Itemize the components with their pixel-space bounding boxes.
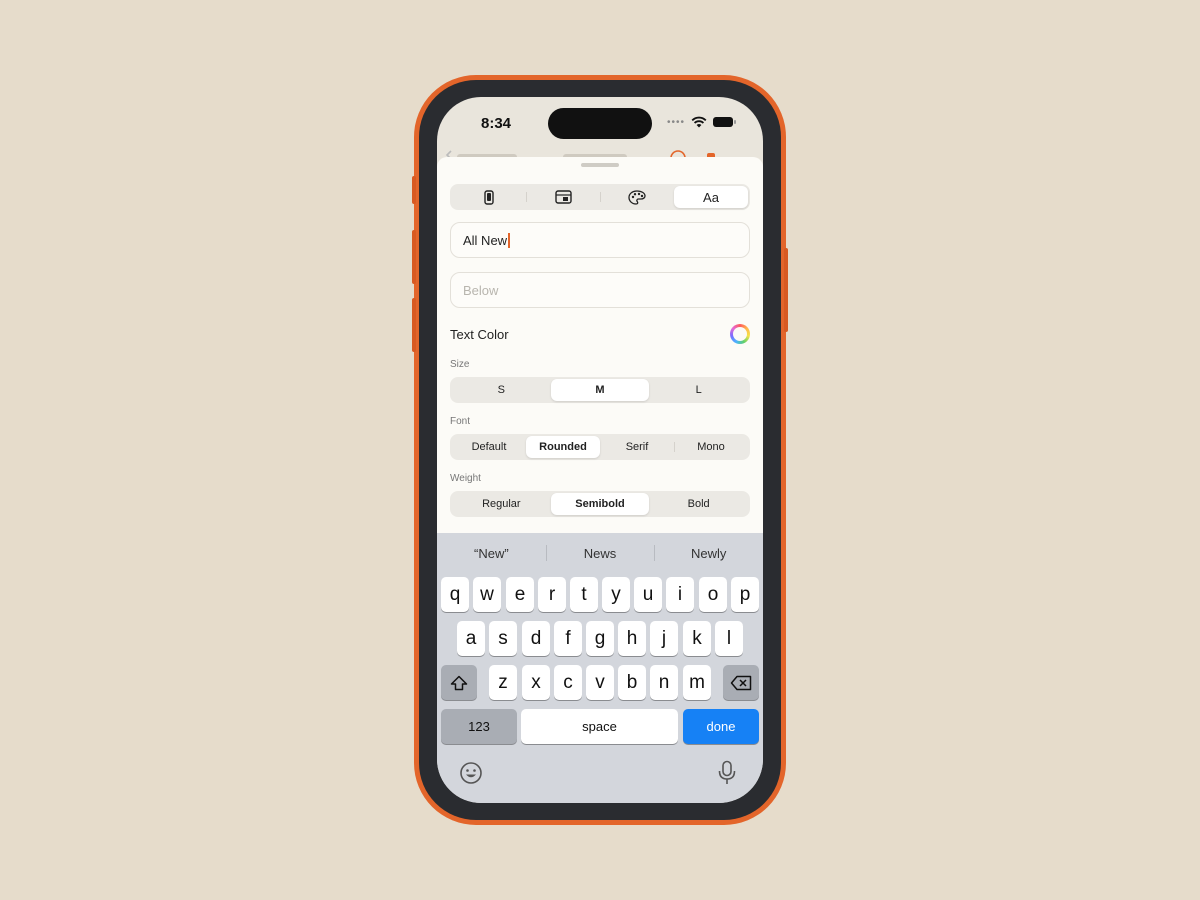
key-w[interactable]: w: [473, 577, 501, 612]
key-u[interactable]: u: [634, 577, 662, 612]
key-c[interactable]: c: [554, 665, 582, 700]
keyboard: “New” News Newly q w e r t y u i o p a s…: [437, 533, 763, 803]
key-o[interactable]: o: [699, 577, 727, 612]
key-y[interactable]: y: [602, 577, 630, 612]
weight-label: Weight: [450, 473, 481, 484]
subtitle-field[interactable]: Below: [450, 272, 750, 308]
done-key[interactable]: done: [683, 709, 759, 744]
layout-icon: [554, 190, 572, 204]
font-option-serif[interactable]: Serif: [600, 436, 674, 458]
suggestion-bar: “New” News Newly: [437, 533, 763, 573]
power-button: [784, 248, 788, 332]
action-button: [412, 176, 416, 204]
battery-icon: [713, 117, 736, 127]
palette-icon: [628, 189, 646, 205]
numbers-key[interactable]: 123: [441, 709, 517, 744]
key-p[interactable]: p: [731, 577, 759, 612]
color-picker-icon[interactable]: [730, 324, 750, 344]
key-l[interactable]: l: [715, 621, 743, 656]
title-field[interactable]: All New: [450, 222, 750, 258]
sheet-grabber[interactable]: [581, 163, 619, 167]
tab-text-style[interactable]: Aa: [674, 186, 748, 208]
shift-icon: [450, 675, 468, 690]
key-q[interactable]: q: [441, 577, 469, 612]
tab-device[interactable]: [452, 186, 526, 208]
key-e[interactable]: e: [506, 577, 534, 612]
delete-key[interactable]: [723, 665, 759, 700]
font-label: Font: [450, 416, 471, 427]
volume-down-button: [412, 298, 416, 352]
font-option-rounded[interactable]: Rounded: [526, 436, 600, 458]
style-tabs: Aa: [450, 184, 750, 210]
size-option-l[interactable]: L: [649, 379, 748, 401]
weight-option-bold[interactable]: Bold: [649, 493, 748, 515]
suggestion-2[interactable]: News: [545, 533, 655, 573]
tab-layout[interactable]: [526, 186, 600, 208]
key-f[interactable]: f: [554, 621, 582, 656]
backspace-icon: [730, 675, 752, 690]
text-color-label: Text Color: [450, 327, 509, 342]
phone-icon: [484, 189, 494, 205]
tab-colors[interactable]: [600, 186, 674, 208]
subtitle-field-placeholder: Below: [463, 282, 499, 298]
key-a[interactable]: a: [457, 621, 485, 656]
key-g[interactable]: g: [586, 621, 614, 656]
key-i[interactable]: i: [666, 577, 694, 612]
key-k[interactable]: k: [683, 621, 711, 656]
key-x[interactable]: x: [522, 665, 550, 700]
key-m[interactable]: m: [683, 665, 711, 700]
style-sheet: Aa All New Below Text Color Size S M L F…: [437, 157, 763, 557]
wifi-icon: [691, 116, 707, 128]
key-d[interactable]: d: [522, 621, 550, 656]
font-option-default[interactable]: Default: [452, 436, 526, 458]
volume-up-button: [412, 230, 416, 284]
key-v[interactable]: v: [586, 665, 614, 700]
microphone-icon[interactable]: [718, 760, 736, 792]
font-selector: Default Rounded Serif Mono: [450, 434, 750, 460]
size-option-m[interactable]: M: [550, 379, 650, 401]
key-t[interactable]: t: [570, 577, 598, 612]
size-option-s[interactable]: S: [452, 379, 551, 401]
key-s[interactable]: s: [489, 621, 517, 656]
emoji-icon[interactable]: [459, 761, 483, 791]
key-j[interactable]: j: [650, 621, 678, 656]
weight-selector: Regular Semibold Bold: [450, 491, 750, 517]
key-b[interactable]: b: [618, 665, 646, 700]
size-label: Size: [450, 359, 470, 370]
text-caret: [508, 232, 510, 248]
shift-key[interactable]: [441, 665, 477, 700]
title-field-value: All New: [463, 232, 508, 248]
weight-option-semibold[interactable]: Semibold: [550, 493, 650, 515]
suggestion-3[interactable]: Newly: [654, 533, 763, 573]
suggestion-1[interactable]: “New”: [437, 533, 546, 573]
size-selector: S M L: [450, 377, 750, 403]
text-style-label: Aa: [703, 189, 719, 205]
status-time: 8:34: [481, 115, 512, 132]
font-option-mono[interactable]: Mono: [674, 436, 748, 458]
key-z[interactable]: z: [489, 665, 517, 700]
dynamic-island: [548, 108, 652, 139]
screen: 8:34 •••• Aa All New Below Text Color Si…: [437, 97, 763, 803]
key-n[interactable]: n: [650, 665, 678, 700]
key-h[interactable]: h: [618, 621, 646, 656]
signal-icon: ••••: [666, 116, 685, 128]
space-key[interactable]: space: [521, 709, 678, 744]
key-r[interactable]: r: [538, 577, 566, 612]
weight-option-regular[interactable]: Regular: [452, 493, 551, 515]
